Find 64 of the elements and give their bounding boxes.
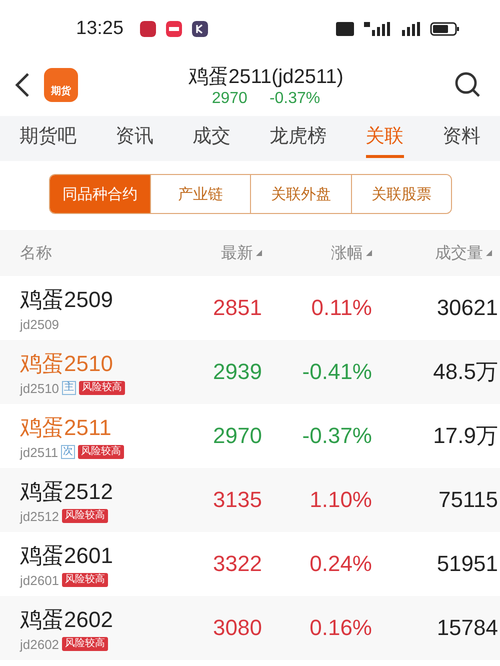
tab[interactable]: 成交 — [192, 119, 230, 158]
price-change: -0.37% — [269, 90, 320, 108]
column-header[interactable]: 涨幅 — [331, 242, 372, 264]
risk-tag: 风险较高 — [62, 573, 108, 587]
segment-button[interactable]: 同品种合约 — [50, 175, 150, 213]
app-logo: 期货 — [44, 68, 78, 102]
price-cell-text: 3322 — [212, 551, 263, 577]
change-cell-text: -0.37% — [301, 423, 373, 449]
price-cell-text: 3135 — [212, 487, 263, 513]
tag: 主 — [62, 381, 76, 395]
risk-tag: 风险较高 — [62, 509, 108, 523]
sort-icon[interactable] — [256, 250, 262, 256]
column-header[interactable]: 成交量 — [435, 242, 492, 264]
volume-cell-text: 51951 — [436, 551, 499, 577]
tag: 次 — [61, 445, 76, 459]
risk-tag: 风险较高 — [78, 445, 124, 459]
contract-code: jd2602 — [20, 636, 60, 652]
sort-icon[interactable] — [486, 250, 492, 256]
contract-name[interactable]: 鸡蛋2602 — [20, 604, 160, 634]
risk-tag: 风险较高 — [62, 637, 108, 651]
contract-code: jd2510 — [20, 380, 60, 396]
tab[interactable]: 资料 — [442, 119, 480, 158]
change-cell-text: 0.11% — [310, 295, 373, 321]
contract-code: jd2511 — [20, 444, 58, 460]
price-cell-text: 2939 — [212, 359, 263, 385]
change-cell-text: 1.10% — [308, 487, 373, 513]
price-cell-text: 2970 — [212, 423, 263, 449]
change-cell-text: -0.41% — [301, 359, 373, 385]
tab[interactable]: 期货吧 — [20, 119, 76, 158]
column-header[interactable]: 最新 — [221, 242, 262, 264]
app-icon — [166, 21, 182, 37]
risk-tag: 风险较高 — [79, 381, 126, 395]
signal-icon — [364, 22, 390, 36]
segment-button[interactable]: 关联股票 — [350, 175, 451, 213]
status-time: 13:25 — [76, 18, 124, 40]
battery-icon — [430, 22, 460, 36]
contract-name[interactable]: 鸡蛋2509 — [20, 284, 160, 314]
contract-title: 鸡蛋2511(jd2511) — [188, 64, 344, 90]
sort-icon[interactable] — [366, 250, 372, 256]
contract-code: jd2512 — [20, 508, 60, 524]
tab[interactable]: 龙虎榜 — [270, 119, 326, 158]
contract-code: jd2601 — [20, 572, 60, 588]
app-icon — [140, 21, 156, 37]
price-cell-text: 2851 — [212, 295, 263, 321]
price-cell-text: 3080 — [212, 615, 263, 641]
latest-price: 2970 — [212, 90, 248, 108]
search-icon[interactable] — [454, 71, 482, 99]
change-cell-text: 0.16% — [308, 615, 373, 641]
contract-name[interactable]: 鸡蛋2512 — [20, 476, 160, 506]
signal-icon — [400, 22, 420, 36]
volume-cell-text: 30621 — [436, 295, 499, 321]
volume-cell-text: 75115 — [437, 487, 499, 513]
volume-cell-text: 15784 — [436, 615, 499, 641]
contract-name[interactable]: 鸡蛋2510 — [20, 348, 160, 378]
contract-name[interactable]: 鸡蛋2511 — [20, 412, 160, 442]
tab[interactable]: 关联 — [366, 119, 404, 158]
contract-name[interactable]: 鸡蛋2601 — [20, 540, 160, 570]
tab[interactable]: 资讯 — [116, 119, 154, 158]
column-header[interactable]: 名称 — [20, 242, 52, 264]
contract-code: jd2509 — [20, 316, 60, 332]
app-icon — [192, 21, 208, 37]
volume-cell-text: 17.9万 — [432, 422, 499, 450]
volume-cell-text: 48.5万 — [432, 358, 499, 386]
change-cell-text: 0.24% — [308, 551, 373, 577]
